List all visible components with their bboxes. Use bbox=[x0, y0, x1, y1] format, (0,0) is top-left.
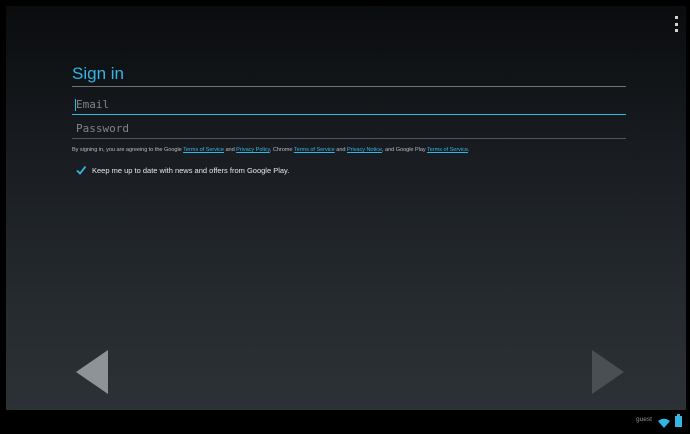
terms-text: By signing in, you are agreeing to the G… bbox=[72, 147, 184, 153]
updates-checkbox-row[interactable]: Keep me up to date with news and offers … bbox=[76, 165, 289, 175]
page-title: Sign in bbox=[72, 64, 124, 83]
terms-text: . bbox=[467, 147, 470, 153]
google-terms-link[interactable]: Terms of Service bbox=[183, 147, 224, 153]
terms-notice: By signing in, you are agreeing to the G… bbox=[72, 147, 632, 153]
chrome-privacy-link[interactable]: Privacy Notice bbox=[347, 147, 382, 153]
chrome-terms-link[interactable]: Terms of Service bbox=[294, 147, 335, 153]
arrow-right-icon[interactable] bbox=[592, 350, 624, 394]
title-divider bbox=[72, 86, 626, 87]
system-bar bbox=[0, 410, 690, 434]
updates-checkbox-label: Keep me up to date with news and offers … bbox=[92, 165, 290, 175]
google-privacy-link[interactable]: Privacy Policy bbox=[236, 147, 270, 153]
screen: Sign in By signing in, you are agreeing … bbox=[0, 0, 690, 434]
checkmark-icon[interactable] bbox=[76, 165, 86, 175]
play-terms-link[interactable]: Terms of Service bbox=[427, 147, 468, 153]
terms-text: , Chrome bbox=[269, 147, 294, 153]
arrow-left-icon[interactable] bbox=[76, 350, 108, 394]
status-user: guest bbox=[636, 416, 652, 423]
email-field[interactable] bbox=[72, 95, 626, 115]
wifi-icon bbox=[658, 415, 670, 428]
battery-icon bbox=[675, 414, 682, 427]
overflow-menu-icon[interactable] bbox=[672, 16, 680, 32]
password-field[interactable] bbox=[72, 119, 626, 139]
text-cursor bbox=[75, 99, 76, 111]
terms-text: and bbox=[223, 147, 237, 153]
terms-text: , and Google Play bbox=[382, 147, 428, 153]
terms-text: and bbox=[334, 147, 347, 153]
